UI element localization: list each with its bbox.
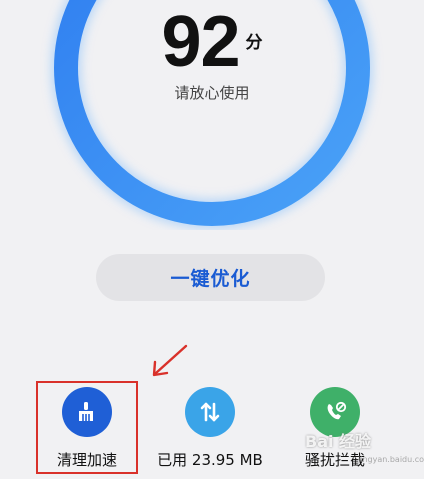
tool-label: 已用 23.95 MB bbox=[157, 451, 263, 469]
annotation-highlight-box bbox=[36, 381, 138, 474]
score-value: 92 bbox=[161, 2, 240, 82]
score-unit: 分 bbox=[245, 33, 263, 53]
tool-data-usage[interactable]: 已用 23.95 MB bbox=[140, 387, 280, 471]
data-transfer-icon bbox=[185, 387, 235, 437]
one-click-optimize-button[interactable]: 一键优化 bbox=[96, 254, 325, 301]
score-status: 请放心使用 bbox=[174, 84, 250, 102]
annotation-arrow-icon bbox=[152, 344, 188, 377]
watermark-logo: Bai 经验 bbox=[305, 432, 372, 451]
watermark-url: jingyan.baidu.com bbox=[358, 455, 424, 464]
score-display: 92 分 bbox=[0, 6, 424, 78]
